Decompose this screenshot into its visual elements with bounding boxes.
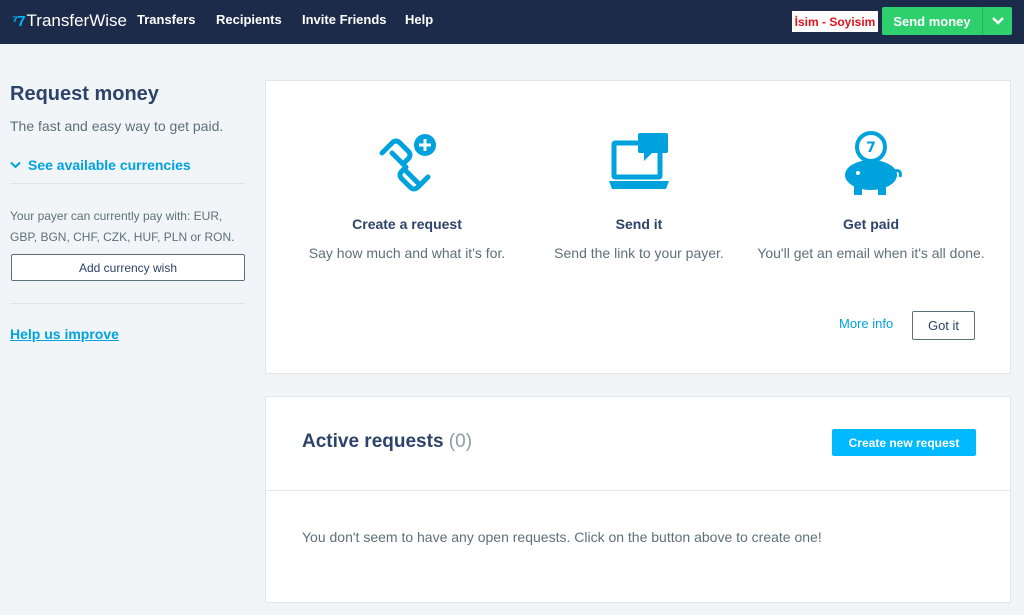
nav-transfers[interactable]: Transfers [137, 12, 196, 27]
empty-requests-message: You don't seem to have any open requests… [302, 529, 822, 545]
svg-text:7: 7 [866, 140, 876, 156]
nav-recipients[interactable]: Recipients [216, 12, 282, 27]
got-it-button[interactable]: Got it [912, 311, 975, 340]
active-requests-card: Active requests (0) Create new request Y… [265, 396, 1011, 603]
more-info-link[interactable]: More info [839, 316, 893, 331]
step-title: Create a request [352, 216, 462, 232]
active-requests-title: Active requests [302, 431, 444, 452]
step-text: You'll get an email when it's all done. [757, 245, 985, 261]
step-title: Send it [615, 216, 663, 232]
top-navigation-bar: ⁷7 TransferWise Transfers Recipients Inv… [0, 0, 1024, 44]
transferwise-logo[interactable]: ⁷7 TransferWise [12, 9, 127, 33]
send-money-label: Send money [893, 13, 971, 29]
add-currency-wish-button[interactable]: Add currency wish [11, 254, 245, 281]
chevron-down-icon [10, 161, 21, 169]
nav-help[interactable]: Help [405, 12, 433, 27]
laptop-chat-icon [606, 131, 672, 202]
help-us-improve-link[interactable]: Help us improve [10, 326, 119, 342]
piggy-bank-icon: 7 [838, 131, 904, 202]
send-money-button[interactable]: Send money [882, 7, 1012, 35]
create-new-request-button[interactable]: Create new request [832, 429, 976, 456]
see-currencies-label: See available currencies [28, 157, 191, 173]
see-currencies-link[interactable]: See available currencies [10, 157, 191, 173]
active-requests-heading: Active requests (0) [302, 431, 472, 453]
active-requests-count: (0) [448, 431, 473, 452]
page-title: Request money [10, 83, 159, 105]
card-divider [266, 490, 1010, 491]
page-subtitle: The fast and easy way to get paid. [10, 118, 224, 134]
step-title: Get paid [842, 216, 899, 232]
step-text: Send the link to your payer. [554, 245, 724, 261]
link-add-icon [374, 131, 440, 202]
chevron-down-icon[interactable] [983, 17, 1012, 25]
sidebar-divider [10, 303, 245, 304]
nav-invite-friends[interactable]: Invite Friends [302, 12, 387, 27]
payer-currencies-text: Your payer can currently pay with: EUR, … [10, 209, 235, 244]
user-name[interactable]: İsim - Soyisim [792, 11, 878, 32]
logo-text: TransferWise [26, 11, 127, 30]
logo-mark-icon: ⁷7 [12, 12, 25, 30]
step-text: Say how much and what it's for. [308, 245, 506, 261]
sidebar-divider [10, 183, 245, 184]
how-it-works-card: Create a request Say how much and what i… [265, 80, 1011, 374]
